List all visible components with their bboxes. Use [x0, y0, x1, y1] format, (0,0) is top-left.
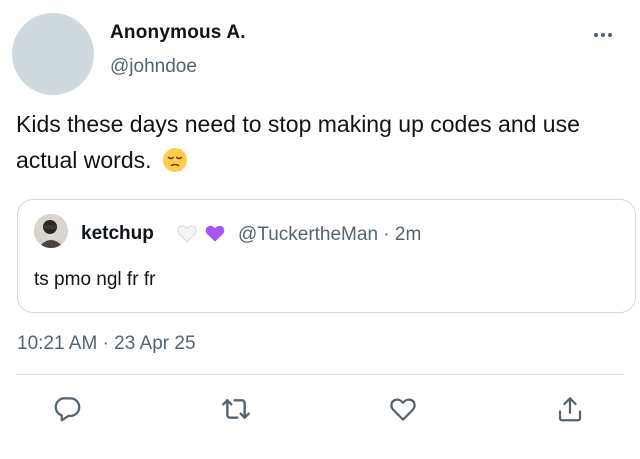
author-name[interactable]: Anonymous A.	[110, 22, 246, 44]
reply-icon[interactable]	[51, 392, 85, 426]
tweet-text: Kids these days need to stop making up c…	[16, 111, 580, 173]
share-icon[interactable]	[553, 392, 587, 426]
author-handle[interactable]: @johndoe	[110, 56, 197, 78]
quoted-text: ts pmo ngl fr fr	[34, 269, 156, 290]
pensive-face-emoji	[162, 147, 188, 183]
more-dot	[601, 33, 605, 37]
quoted-avatar[interactable]	[34, 214, 68, 248]
quoted-author-badges	[176, 223, 226, 248]
purple-heart-emoji	[204, 223, 226, 248]
quoted-handle-time[interactable]: @TuckertheMan · 2m	[238, 224, 421, 246]
more-options-icon[interactable]	[594, 25, 620, 45]
divider	[16, 374, 624, 375]
like-icon[interactable]	[386, 392, 420, 426]
more-dot	[608, 33, 612, 37]
tweet-body: Kids these days need to stop making up c…	[16, 106, 631, 183]
retweet-icon[interactable]	[219, 392, 253, 426]
tweet-timestamp[interactable]: 10:21 AM · 23 Apr 25	[17, 333, 196, 355]
quoted-author-name[interactable]: ketchup	[81, 223, 154, 245]
white-heart-emoji	[176, 223, 198, 248]
quoted-tweet[interactable]: ketchup @TuckertheMan · 2m ts pmo ngl fr…	[17, 199, 636, 313]
more-dot	[594, 33, 598, 37]
author-avatar[interactable]	[12, 13, 94, 95]
